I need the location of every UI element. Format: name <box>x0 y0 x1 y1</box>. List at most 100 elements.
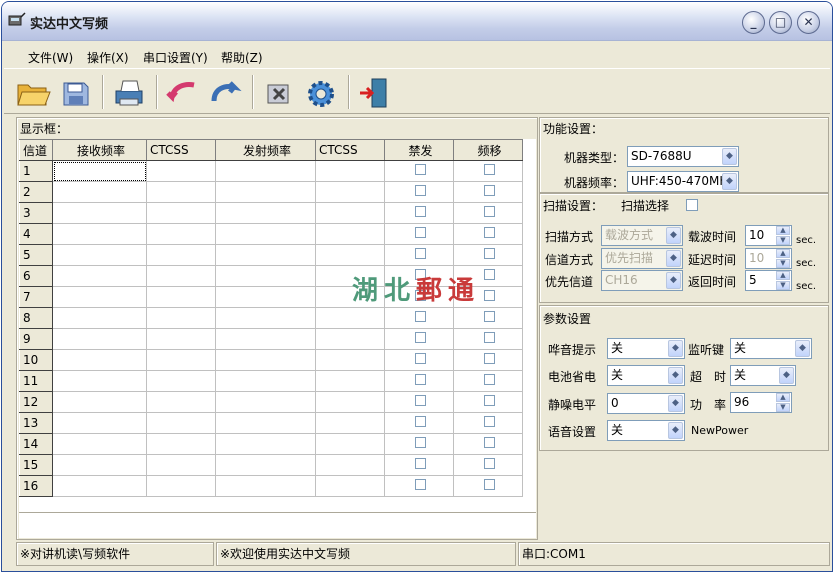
battery-save-select[interactable]: 关 ◆ <box>607 365 685 386</box>
tx-inhibit-checkbox[interactable] <box>415 374 426 385</box>
rx-ctcss-cell[interactable] <box>146 181 216 203</box>
frequency-select[interactable]: UHF:450-470MHz ◆ <box>627 171 739 192</box>
tx-freq-cell[interactable] <box>215 433 316 455</box>
tx-ctcss-cell[interactable] <box>315 391 385 413</box>
tx-freq-cell[interactable] <box>215 202 316 224</box>
tx-inhibit-checkbox[interactable] <box>415 353 426 364</box>
shift-checkbox[interactable] <box>484 206 495 217</box>
tx-ctcss-cell[interactable] <box>315 454 385 476</box>
shift-checkbox[interactable] <box>484 332 495 343</box>
menu-help[interactable]: 帮助(Z) <box>221 49 263 66</box>
rx-freq-cell[interactable] <box>52 181 147 203</box>
tx-inhibit-checkbox[interactable] <box>415 416 426 427</box>
spin-down-icon[interactable]: ▼ <box>776 281 790 290</box>
rx-freq-cell[interactable] <box>52 475 147 497</box>
close-button[interactable]: ✕ <box>797 11 820 34</box>
scan-select-checkbox[interactable] <box>686 199 698 211</box>
shift-checkbox[interactable] <box>484 185 495 196</box>
spin-down-icon[interactable]: ▼ <box>776 403 790 412</box>
shift-checkbox[interactable] <box>484 290 495 301</box>
model-select[interactable]: SD-7688U ◆ <box>627 146 739 167</box>
shift-checkbox[interactable] <box>484 458 495 469</box>
rx-ctcss-cell[interactable] <box>146 202 216 224</box>
tx-inhibit-checkbox[interactable] <box>415 206 426 217</box>
tx-freq-cell[interactable] <box>215 223 316 245</box>
tx-inhibit-checkbox[interactable] <box>415 479 426 490</box>
tx-freq-cell[interactable] <box>215 160 316 182</box>
open-folder-icon[interactable] <box>14 75 52 111</box>
rx-freq-cell[interactable] <box>52 433 147 455</box>
rx-freq-cell[interactable] <box>52 454 147 476</box>
minimize-button[interactable]: _ <box>742 11 765 34</box>
rx-freq-cell[interactable] <box>52 202 147 224</box>
voice-select[interactable]: 关 ◆ <box>607 420 685 441</box>
tx-freq-cell[interactable] <box>215 475 316 497</box>
tx-freq-cell[interactable] <box>215 307 316 329</box>
rx-freq-cell[interactable] <box>52 160 147 182</box>
tx-freq-cell[interactable] <box>215 286 316 308</box>
return-time-spinner[interactable]: 5 ▲ ▼ <box>745 270 792 291</box>
shift-checkbox[interactable] <box>484 248 495 259</box>
timeout-select[interactable]: 关 ◆ <box>730 365 796 386</box>
monitor-key-select[interactable]: 关 ◆ <box>730 338 812 359</box>
menu-file[interactable]: 文件(W) <box>28 49 73 66</box>
priority-channel-select[interactable]: CH16 ◆ <box>601 270 683 291</box>
maximize-button[interactable]: □ <box>769 11 792 34</box>
print-icon[interactable] <box>110 75 148 111</box>
rx-ctcss-cell[interactable] <box>146 286 216 308</box>
rx-ctcss-cell[interactable] <box>146 160 216 182</box>
shift-checkbox[interactable] <box>484 374 495 385</box>
rx-ctcss-cell[interactable] <box>146 433 216 455</box>
rx-ctcss-cell[interactable] <box>146 349 216 371</box>
tx-ctcss-cell[interactable] <box>315 160 385 182</box>
tx-ctcss-cell[interactable] <box>315 412 385 434</box>
beep-select[interactable]: 关 ◆ <box>607 338 685 359</box>
tx-freq-cell[interactable] <box>215 454 316 476</box>
tx-inhibit-checkbox[interactable] <box>415 437 426 448</box>
shift-checkbox[interactable] <box>484 269 495 280</box>
tx-freq-cell[interactable] <box>215 412 316 434</box>
tx-freq-cell[interactable] <box>215 370 316 392</box>
shift-checkbox[interactable] <box>484 479 495 490</box>
rx-freq-cell[interactable] <box>52 349 147 371</box>
tx-ctcss-cell[interactable] <box>315 370 385 392</box>
tx-inhibit-checkbox[interactable] <box>415 185 426 196</box>
spin-up-icon[interactable]: ▲ <box>776 271 790 280</box>
tx-freq-cell[interactable] <box>215 349 316 371</box>
rx-ctcss-cell[interactable] <box>146 328 216 350</box>
shift-checkbox[interactable] <box>484 164 495 175</box>
tx-freq-cell[interactable] <box>215 391 316 413</box>
spin-up-icon[interactable]: ▲ <box>776 249 790 258</box>
rx-ctcss-cell[interactable] <box>146 391 216 413</box>
power-spinner[interactable]: 96 ▲ ▼ <box>730 392 792 413</box>
spin-up-icon[interactable]: ▲ <box>776 393 790 402</box>
spin-down-icon[interactable]: ▼ <box>776 259 790 268</box>
rx-freq-cell[interactable] <box>52 223 147 245</box>
shift-checkbox[interactable] <box>484 353 495 364</box>
rx-freq-cell[interactable] <box>52 370 147 392</box>
tx-ctcss-cell[interactable] <box>315 307 385 329</box>
rx-ctcss-cell[interactable] <box>146 265 216 287</box>
tx-inhibit-checkbox[interactable] <box>415 248 426 259</box>
gear-icon[interactable] <box>302 75 340 111</box>
tx-ctcss-cell[interactable] <box>315 202 385 224</box>
carrier-time-spinner[interactable]: 10 ▲ ▼ <box>745 225 792 246</box>
tx-inhibit-checkbox[interactable] <box>415 458 426 469</box>
rx-freq-cell[interactable] <box>52 286 147 308</box>
tx-inhibit-checkbox[interactable] <box>415 395 426 406</box>
exit-icon[interactable] <box>356 75 394 111</box>
tx-ctcss-cell[interactable] <box>315 223 385 245</box>
tx-inhibit-checkbox[interactable] <box>415 332 426 343</box>
tx-freq-cell[interactable] <box>215 181 316 203</box>
tx-ctcss-cell[interactable] <box>315 328 385 350</box>
menu-serial-settings[interactable]: 串口设置(Y) <box>143 49 208 66</box>
channel-mode-select[interactable]: 优先扫描 ◆ <box>601 248 683 269</box>
delay-time-spinner[interactable]: 10 ▲ ▼ <box>745 248 792 269</box>
tx-freq-cell[interactable] <box>215 328 316 350</box>
rx-freq-cell[interactable] <box>52 391 147 413</box>
tx-ctcss-cell[interactable] <box>315 475 385 497</box>
shift-checkbox[interactable] <box>484 227 495 238</box>
rx-freq-cell[interactable] <box>52 244 147 266</box>
settings-icon[interactable] <box>260 75 298 111</box>
tx-freq-cell[interactable] <box>215 265 316 287</box>
